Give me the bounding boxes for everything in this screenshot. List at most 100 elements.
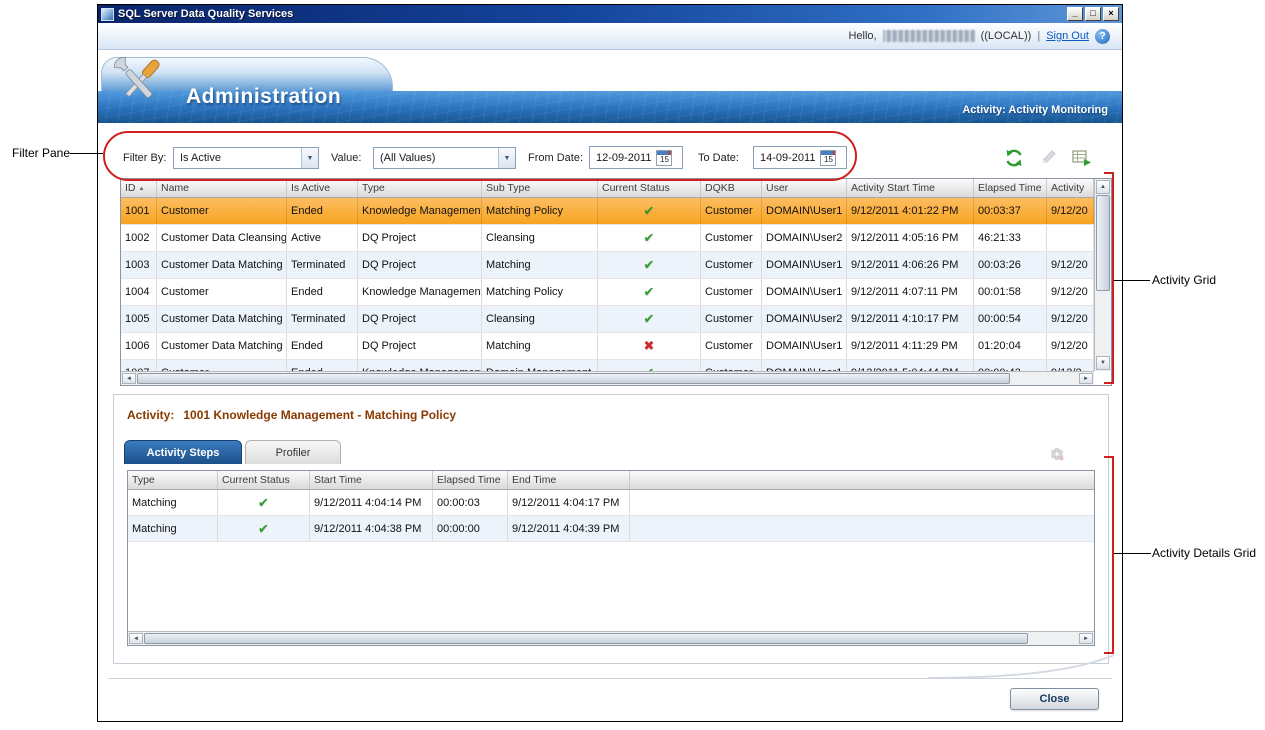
value-dropdown[interactable]: (All Values) ▼	[373, 147, 516, 169]
cell-activity-start-time: 9/12/2011 5:04:44 PM	[847, 360, 974, 371]
cell-current-status: ✔	[598, 279, 701, 305]
scroll-up-button[interactable]: ▲	[1096, 180, 1110, 194]
export-table-icon	[1072, 149, 1092, 167]
calendar-icon[interactable]: 15	[656, 150, 672, 166]
cell-filler	[630, 490, 1094, 515]
tab-label: Profiler	[276, 447, 311, 459]
title-bar[interactable]: SQL Server Data Quality Services _ □ ×	[98, 5, 1122, 23]
from-date-field[interactable]: 12-09-2011 15	[589, 146, 683, 169]
cell-id: 1007	[121, 360, 157, 371]
filter-by-dropdown[interactable]: Is Active ▼	[173, 147, 319, 169]
table-row[interactable]: Matching✔9/12/2011 4:04:38 PM00:00:009/1…	[128, 516, 1094, 542]
table-row[interactable]: Matching✔9/12/2011 4:04:14 PM00:00:039/1…	[128, 490, 1094, 516]
column-header-activity[interactable]: Activity	[1047, 179, 1094, 197]
cell-user: DOMAIN\User1	[762, 360, 847, 371]
status-error-icon: ✖	[644, 338, 655, 354]
horizontal-scrollbar[interactable]: ◄ ►	[128, 631, 1094, 645]
refresh-button[interactable]	[1002, 147, 1026, 169]
scroll-left-button[interactable]: ◄	[122, 373, 136, 384]
tab-activity-steps[interactable]: Activity Steps	[124, 440, 242, 464]
calendar-icon[interactable]: 15	[820, 150, 836, 166]
column-header-dqkb[interactable]: DQKB	[701, 179, 762, 197]
column-header-current-status[interactable]: Current Status	[218, 471, 310, 489]
cell-elapsed-time: 00:01:58	[974, 279, 1047, 305]
footer-swoosh-decoration	[926, 653, 1116, 680]
close-window-button[interactable]: ×	[1103, 7, 1119, 21]
status-ok-icon: ✔	[644, 257, 655, 273]
cell-type: DQ Project	[358, 252, 482, 278]
to-date-label: To Date:	[698, 152, 739, 164]
column-header-name[interactable]: Name	[157, 179, 287, 197]
scroll-right-button[interactable]: ►	[1079, 373, 1093, 384]
chevron-down-icon[interactable]: ▼	[498, 148, 515, 168]
cell-end-time: 9/12/2011 4:04:39 PM	[508, 516, 630, 541]
user-name-redacted	[883, 30, 975, 42]
to-date-field[interactable]: 14-09-2011 15	[753, 146, 847, 169]
column-header-user[interactable]: User	[762, 179, 847, 197]
export-button[interactable]	[1070, 147, 1094, 169]
column-header-label: Activity Start Time	[851, 182, 935, 194]
table-row[interactable]: 1007CustomerEndedKnowledge ManagementDom…	[121, 360, 1094, 371]
details-title: Activity: 1001 Knowledge Management - Ma…	[127, 408, 456, 422]
cell-is-active: Active	[287, 225, 358, 251]
close-button[interactable]: Close	[1010, 688, 1099, 710]
cell-user: DOMAIN\User1	[762, 252, 847, 278]
column-header-current-status[interactable]: Current Status	[598, 179, 701, 197]
scroll-down-button[interactable]: ▼	[1096, 356, 1110, 370]
column-header-id[interactable]: ID▲	[121, 179, 157, 197]
column-header-activity-start-time[interactable]: Activity Start Time	[847, 179, 974, 197]
scroll-left-button[interactable]: ◄	[129, 633, 143, 644]
app-window: SQL Server Data Quality Services _ □ × H…	[97, 4, 1123, 722]
cell-user: DOMAIN\User2	[762, 225, 847, 251]
table-row[interactable]: 1002Customer Data CleansingActiveDQ Proj…	[121, 225, 1094, 252]
cell-dqkb: Customer	[701, 360, 762, 371]
instance-label: ((LOCAL))	[981, 30, 1032, 42]
help-icon[interactable]: ?	[1095, 29, 1110, 44]
column-header-sub-type[interactable]: Sub Type	[482, 179, 598, 197]
column-header-elapsed-time[interactable]: Elapsed Time	[433, 471, 508, 489]
cell-type: DQ Project	[358, 306, 482, 332]
cell-current-status: ✔	[598, 360, 701, 371]
column-header-type[interactable]: Type	[128, 471, 218, 489]
cell-activity: 9/12/20	[1047, 279, 1094, 305]
cell-sub-type: Matching Policy	[482, 279, 598, 305]
terminate-activity-button-disabled[interactable]	[1036, 147, 1060, 169]
cell-current-status: ✖	[598, 333, 701, 359]
cell-id: 1004	[121, 279, 157, 305]
calendar-day: 15	[660, 154, 669, 165]
scroll-right-button[interactable]: ►	[1079, 633, 1093, 644]
table-row[interactable]: 1001CustomerEndedKnowledge ManagementMat…	[121, 198, 1094, 225]
sign-out-link[interactable]: Sign Out	[1046, 30, 1089, 42]
cell-activity-start-time: 9/12/2011 4:07:11 PM	[847, 279, 974, 305]
maximize-button[interactable]: □	[1085, 7, 1101, 21]
column-header-start-time[interactable]: Start Time	[310, 471, 433, 489]
vertical-scrollbar[interactable]: ▲ ▼	[1094, 179, 1111, 371]
cell-elapsed-time: 00:00:03	[433, 490, 508, 515]
column-header-type[interactable]: Type	[358, 179, 482, 197]
cell-sub-type: Matching	[482, 333, 598, 359]
column-header-elapsed-time[interactable]: Elapsed Time	[974, 179, 1047, 197]
cell-type: DQ Project	[358, 333, 482, 359]
annotation-line	[1114, 553, 1151, 554]
column-header-end-time[interactable]: End Time	[508, 471, 630, 489]
chevron-down-icon[interactable]: ▼	[301, 148, 318, 168]
scrollbar-thumb[interactable]	[144, 633, 1028, 644]
table-row[interactable]: 1005Customer Data MatchingTerminatedDQ P…	[121, 306, 1094, 333]
column-header-is-active[interactable]: Is Active	[287, 179, 358, 197]
horizontal-scrollbar[interactable]: ◄ ►	[121, 371, 1094, 385]
cell-type: Matching	[128, 516, 218, 541]
column-header-label: Is Active	[291, 182, 330, 194]
footer-divider	[108, 678, 1112, 679]
admin-banner: Administration Activity: Activity Monito…	[98, 57, 1122, 123]
scrollbar-thumb[interactable]	[1096, 195, 1110, 291]
activity-details-grid: TypeCurrent StatusStart TimeElapsed Time…	[127, 470, 1095, 646]
cell-is-active: Ended	[287, 333, 358, 359]
table-row[interactable]: 1003Customer Data MatchingTerminatedDQ P…	[121, 252, 1094, 279]
minimize-button[interactable]: _	[1067, 7, 1083, 21]
table-row[interactable]: 1004CustomerEndedKnowledge ManagementMat…	[121, 279, 1094, 306]
scrollbar-thumb[interactable]	[137, 373, 1010, 384]
tab-profiler[interactable]: Profiler	[245, 440, 341, 464]
table-row[interactable]: 1006Customer Data MatchingEndedDQ Projec…	[121, 333, 1094, 360]
cell-elapsed-time: 00:00:54	[974, 306, 1047, 332]
column-header-label: Elapsed Time	[978, 182, 1042, 194]
